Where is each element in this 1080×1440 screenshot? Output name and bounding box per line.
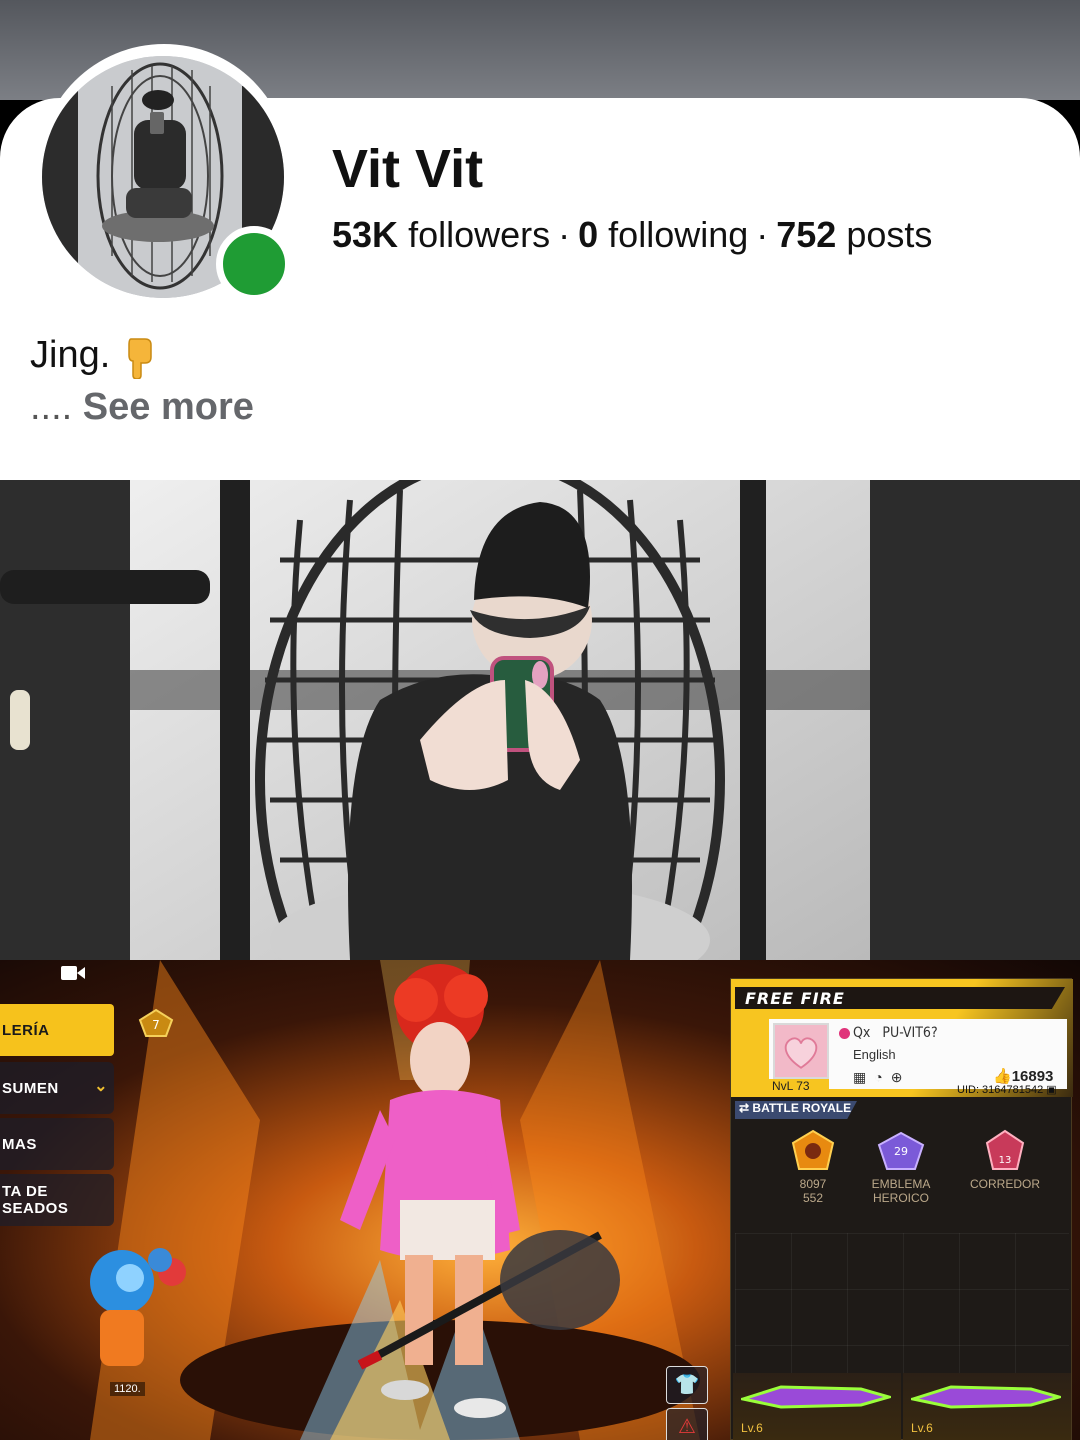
following-label: following bbox=[608, 214, 749, 255]
report-button[interactable]: ⚠ bbox=[666, 1408, 708, 1440]
badge-line1: EMBLEMA bbox=[871, 1177, 931, 1191]
target-icon: ⊕ bbox=[890, 1069, 911, 1085]
player-stat-icons: ▦◔⊕ bbox=[853, 1069, 910, 1086]
weapon-skin-icon bbox=[911, 1385, 1061, 1409]
game-screenshot: LERÍA SUMEN ⌄ MAS TA DE SEADOS 7 1120. 👕 … bbox=[0, 960, 1080, 1440]
heroic-rank-icon bbox=[791, 1129, 835, 1170]
guild-tag: Qx bbox=[853, 1025, 871, 1041]
online-status-dot bbox=[216, 226, 292, 302]
followers-label: followers bbox=[408, 214, 551, 255]
guild-icon bbox=[839, 1027, 850, 1039]
uid-value: UID: 3164781542 bbox=[957, 1084, 1044, 1096]
menu-label: TA DE SEADOS bbox=[2, 1183, 69, 1217]
weapon-level: Lv.6 bbox=[911, 1421, 933, 1435]
followers-link[interactable]: 53K followers bbox=[332, 214, 550, 255]
swap-icon: ⇄ bbox=[739, 1101, 750, 1115]
badge-line1: 8097 bbox=[799, 1177, 827, 1191]
player-avatar[interactable] bbox=[773, 1023, 829, 1079]
warning-icon: ⚠ bbox=[678, 1416, 696, 1438]
pointing-down-hand-icon bbox=[121, 335, 161, 380]
badge-line2: 552 bbox=[802, 1191, 824, 1205]
weapon-slot[interactable]: Lv.6 bbox=[903, 1373, 1071, 1440]
selfie-illustration bbox=[0, 480, 1080, 960]
following-count: 0 bbox=[578, 214, 599, 255]
game-menu-item-resumen[interactable]: SUMEN ⌄ bbox=[0, 1062, 114, 1114]
item-grid bbox=[735, 1233, 1069, 1373]
see-more-ellipsis: .... bbox=[30, 386, 73, 428]
player-level: NvL 73 bbox=[769, 1079, 829, 1097]
free-fire-logo: FREE FIRE bbox=[745, 989, 845, 1008]
stats-separator: · bbox=[558, 214, 571, 255]
menu-label: MAS bbox=[2, 1135, 37, 1153]
emblem-heroico-badge[interactable]: 29 EMBLEMA HEROICO bbox=[861, 1129, 941, 1205]
player-guild-nickname: Qx PU-VIT6? bbox=[839, 1025, 938, 1041]
game-menu-item-armas[interactable]: MAS bbox=[0, 1118, 114, 1170]
posts-label: posts bbox=[846, 214, 933, 255]
posts-count: 752 bbox=[776, 214, 837, 255]
outfit-button[interactable]: 👕 bbox=[666, 1366, 708, 1404]
menu-label: LERÍA bbox=[2, 1021, 50, 1039]
shirt-icon: 👕 bbox=[674, 1374, 700, 1396]
stats-separator: · bbox=[756, 214, 769, 255]
weapon-slot[interactable]: Lv.6 bbox=[733, 1373, 901, 1440]
player-nickname: PU-VIT6? bbox=[882, 1025, 938, 1041]
corredor-badge[interactable]: 13 CORREDOR bbox=[963, 1129, 1047, 1191]
bio-text: Jing. bbox=[30, 334, 111, 376]
player-info-panel: FREE FIRE Qx PU-VIT6? English ▦◔⊕ 👍16893… bbox=[730, 978, 1073, 1440]
rank-points-badge[interactable]: 8097 552 bbox=[781, 1129, 845, 1205]
chevron-down-icon: ⌄ bbox=[94, 1078, 108, 1095]
mode-label: BATTLE ROYALE bbox=[752, 1101, 852, 1115]
rank-badge-icon: 7 bbox=[138, 1008, 174, 1037]
rank-badge-number: 7 bbox=[152, 1018, 160, 1032]
profile-bio: Jing. bbox=[30, 334, 161, 380]
see-more-link[interactable]: .... See more bbox=[30, 386, 254, 429]
followers-count: 53K bbox=[332, 214, 399, 255]
game-menu-item-lista-deseados[interactable]: TA DE SEADOS bbox=[0, 1174, 114, 1226]
menu-label: SUMEN bbox=[2, 1079, 59, 1097]
emblem-number: 29 bbox=[894, 1145, 908, 1158]
player-language: English bbox=[853, 1047, 896, 1062]
following-link[interactable]: 0 following bbox=[578, 214, 748, 255]
badge-line1: CORREDOR bbox=[969, 1177, 1040, 1191]
posts-link[interactable]: 752 posts bbox=[776, 214, 932, 255]
runner-badge-icon: 13 bbox=[985, 1129, 1025, 1170]
badge-line2: HEROICO bbox=[872, 1191, 929, 1205]
player-uid[interactable]: UID: 3164781542 ▣ bbox=[957, 1083, 1057, 1096]
game-menu-item-galeria[interactable]: LERÍA bbox=[0, 1004, 114, 1056]
calendar-icon: ▦ bbox=[853, 1069, 875, 1085]
weapon-level: Lv.6 bbox=[741, 1421, 763, 1435]
profile-name: Vit Vit bbox=[332, 139, 484, 199]
mode-tab-battle-royale[interactable]: ⇄ BATTLE ROYALE bbox=[735, 1101, 857, 1119]
see-more-label: See more bbox=[82, 386, 254, 428]
heart-avatar-icon bbox=[784, 1037, 818, 1069]
profile-photo[interactable] bbox=[0, 480, 1080, 960]
emblem-icon: 29 bbox=[877, 1131, 925, 1170]
pet-count: 1120. bbox=[110, 1382, 145, 1396]
clock-icon: ◔ bbox=[874, 1069, 891, 1085]
profile-stats: 53K followers · 0 following · 752 posts bbox=[332, 214, 932, 256]
copy-icon: ▣ bbox=[1046, 1084, 1057, 1096]
video-camera-icon[interactable] bbox=[60, 964, 86, 982]
weapon-skin-icon bbox=[741, 1385, 891, 1409]
runner-badge-number: 13 bbox=[999, 1155, 1012, 1166]
